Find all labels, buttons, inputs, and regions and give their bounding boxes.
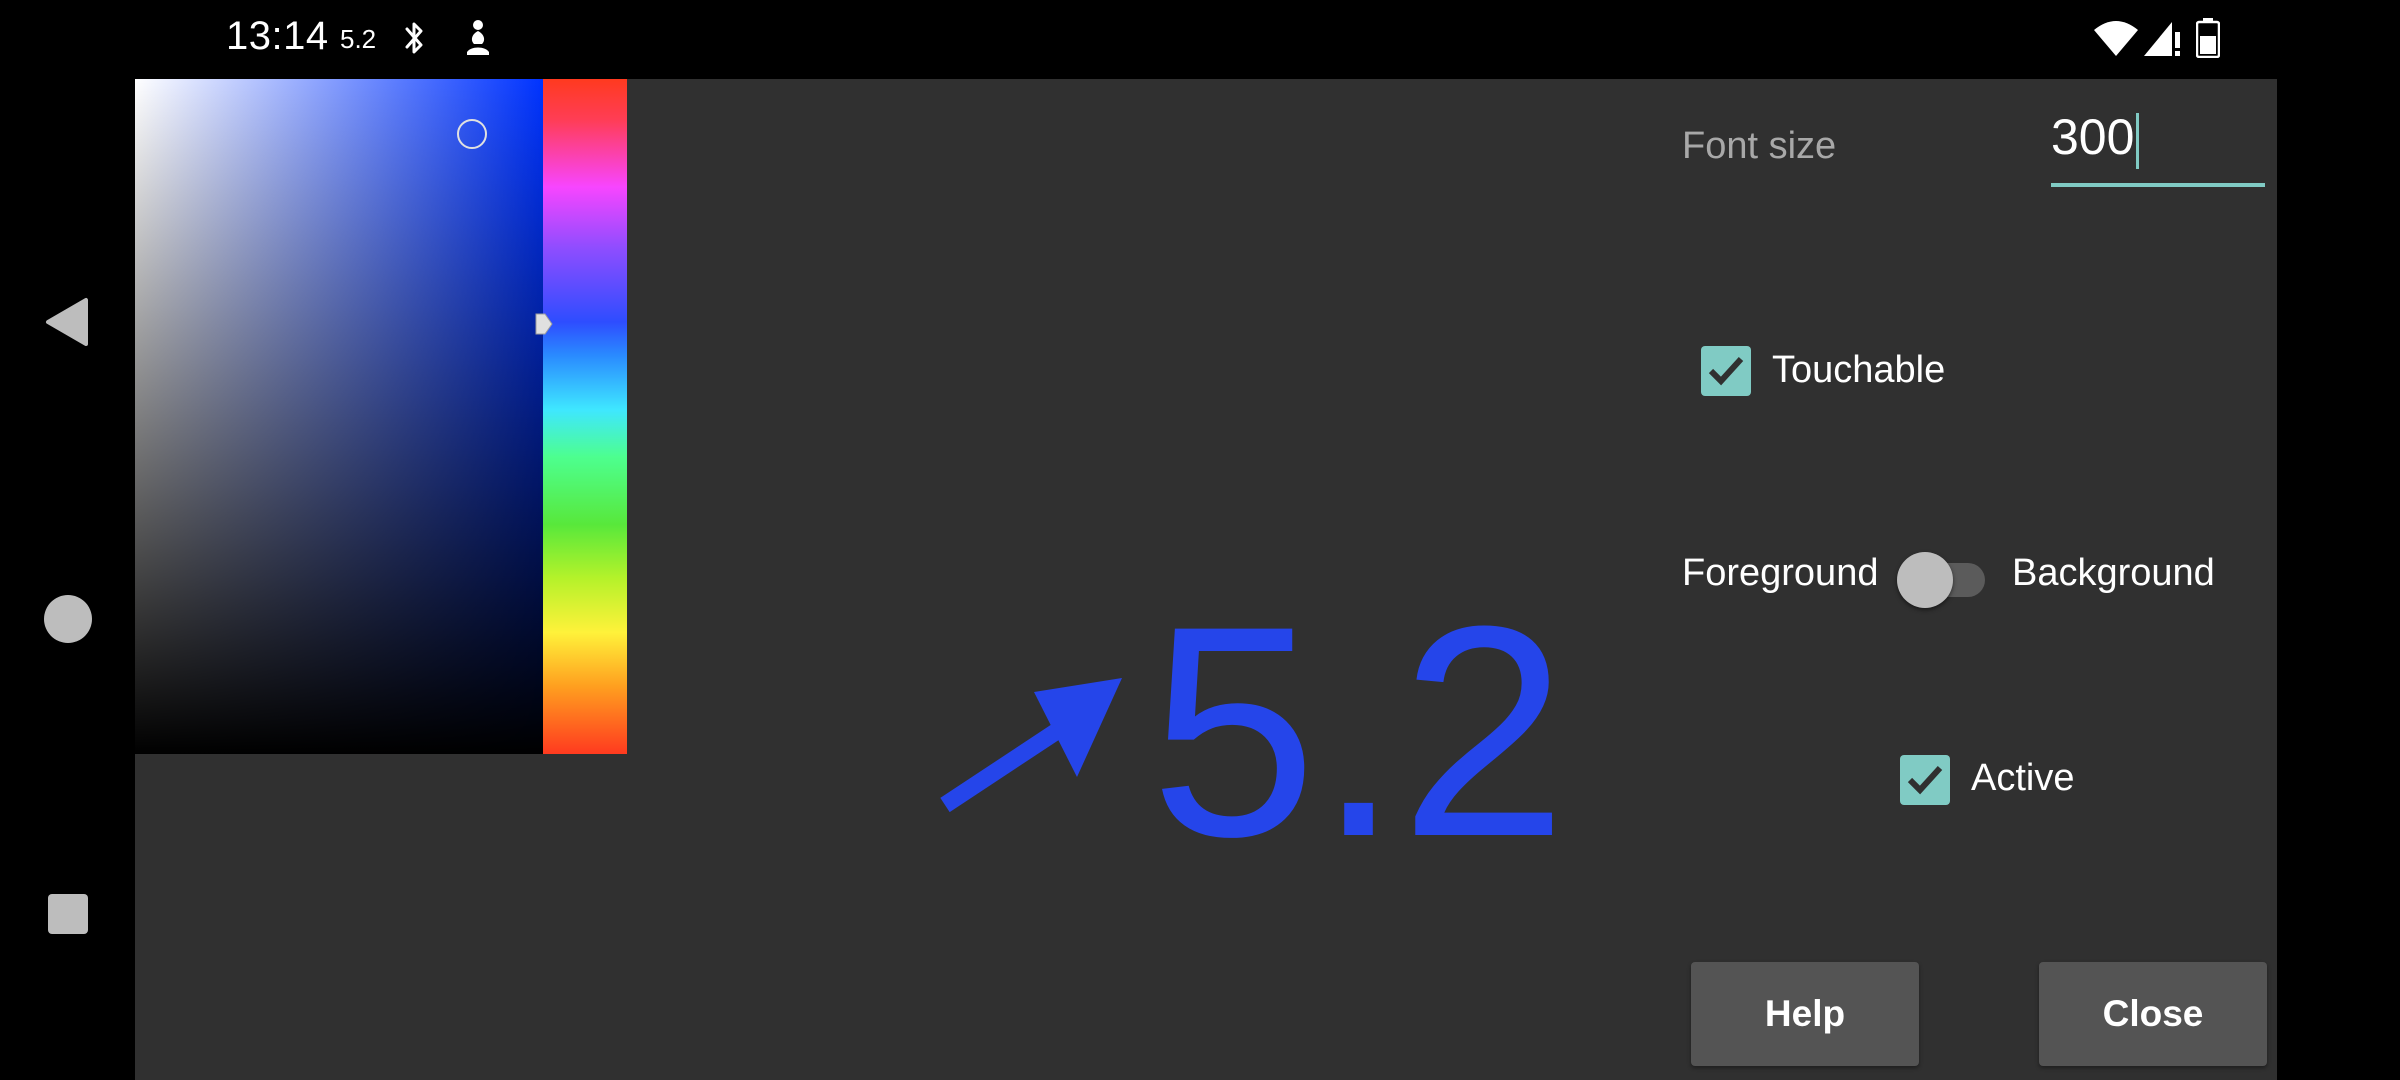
font-size-value: 300	[2051, 109, 2135, 165]
font-size-input[interactable]: 300	[2051, 107, 2140, 169]
font-size-label: Font size	[1682, 125, 1837, 167]
accessibility-icon	[467, 20, 489, 55]
back-icon[interactable]	[44, 296, 92, 348]
status-indicator: 5.2	[340, 24, 377, 54]
touchable-checkbox[interactable]	[1701, 346, 1751, 396]
signal-icon	[2144, 22, 2180, 56]
check-icon	[1907, 765, 1943, 795]
foreground-background-switch[interactable]	[1897, 549, 1993, 608]
close-button[interactable]: Close	[2039, 962, 2267, 1066]
switch-thumb[interactable]	[1897, 552, 1953, 608]
bluetooth-icon	[405, 22, 423, 54]
check-icon	[1708, 356, 1744, 386]
hue-slider[interactable]	[543, 79, 627, 754]
background-label: Background	[2012, 552, 2215, 594]
preview-text: 5.2	[1150, 563, 1568, 899]
help-button[interactable]: Help	[1691, 962, 1919, 1066]
screen: 13:14 5.2 5.2 Font size 300 Touchable Fo…	[0, 0, 2400, 1080]
status-bar: 13:14 5.2	[0, 0, 2400, 78]
foreground-label: Foreground	[1682, 552, 1879, 594]
saturation-value-picker[interactable]	[135, 79, 543, 754]
status-time: 13:14	[226, 14, 329, 58]
color-dialog: 5.2 Font size 300 Touchable Foreground B…	[135, 79, 2277, 1080]
font-size-field[interactable]: 300	[2051, 107, 2265, 187]
touchable-label[interactable]: Touchable	[1772, 349, 1945, 392]
home-icon[interactable]	[44, 595, 92, 643]
wifi-icon	[2094, 21, 2138, 56]
hue-handle-icon[interactable]	[535, 313, 553, 335]
sv-cursor[interactable]	[457, 119, 487, 149]
active-checkbox[interactable]	[1900, 755, 1950, 805]
text-caret	[2136, 112, 2140, 169]
active-label[interactable]: Active	[1971, 757, 2074, 800]
navigation-bar	[0, 78, 134, 1080]
recents-icon[interactable]	[48, 894, 88, 934]
arrow-up-right-icon	[940, 678, 1122, 813]
battery-icon	[2196, 18, 2220, 58]
preview-area: 5.2	[805, 539, 1605, 881]
